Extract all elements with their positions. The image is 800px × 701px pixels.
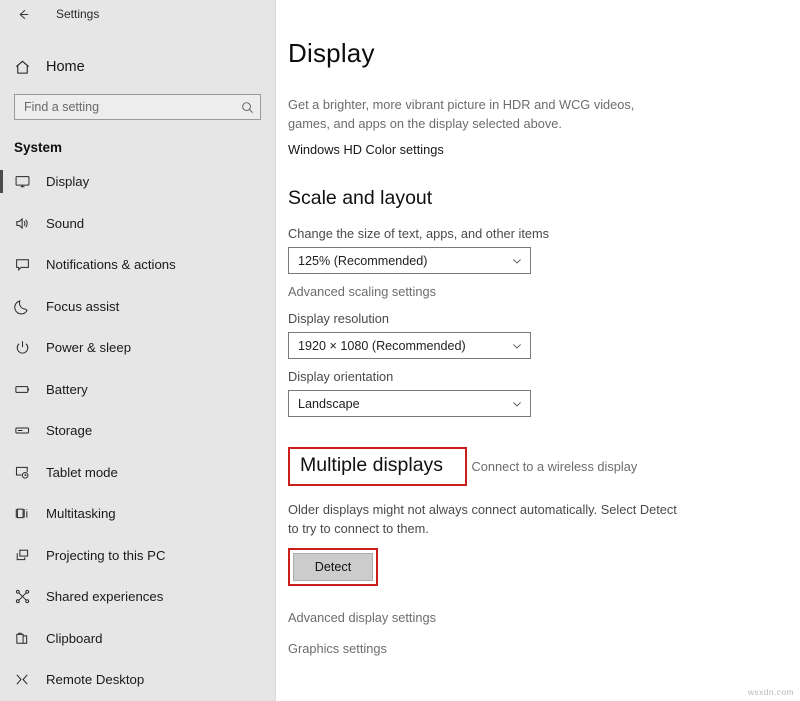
sidebar-item-notifications[interactable]: Notifications & actions [0, 244, 275, 286]
multitasking-icon [14, 505, 42, 522]
sidebar-item-display[interactable]: Display [0, 161, 275, 203]
share-icon [14, 588, 42, 605]
search-box[interactable] [14, 94, 261, 120]
scale-dropdown[interactable]: 125% (Recommended) [288, 247, 531, 274]
sidebar-item-remote-desktop[interactable]: Remote Desktop [0, 659, 275, 701]
connect-wireless-display-link[interactable]: Connect to a wireless display [472, 459, 638, 474]
window-title: Settings [56, 7, 100, 21]
detect-button[interactable]: Detect [293, 553, 373, 581]
sidebar-nav: Display Sound Notifications & actions Fo… [0, 161, 275, 701]
monitor-icon [14, 173, 42, 190]
page-title: Display [288, 38, 375, 68]
sidebar-item-storage-label: Storage [46, 423, 93, 439]
hdr-description: Get a brighter, more vibrant picture in … [288, 97, 635, 131]
graphics-settings-link[interactable]: Graphics settings [288, 641, 387, 656]
scale-and-layout-heading: Scale and layout [288, 187, 433, 209]
detect-description: Older displays might not always connect … [288, 502, 677, 536]
chevron-down-icon [511, 340, 523, 352]
sidebar-item-tablet-mode-label: Tablet mode [46, 464, 118, 480]
chevron-down-icon [511, 255, 523, 267]
tablet-icon [14, 464, 42, 481]
advanced-scaling-settings-link[interactable]: Advanced scaling settings [288, 284, 436, 299]
orientation-dropdown[interactable]: Landscape [288, 390, 531, 417]
home-icon [14, 59, 40, 76]
sidebar-item-tablet-mode[interactable]: Tablet mode [0, 452, 275, 494]
resolution-label: Display resolution [288, 311, 390, 326]
settings-window: Settings Home System [0, 0, 800, 701]
sidebar-item-home-label: Home [46, 59, 85, 75]
moon-icon [14, 298, 42, 315]
windows-hd-color-settings-link[interactable]: Windows HD Color settings [288, 142, 444, 157]
search-input[interactable] [24, 100, 241, 114]
notification-icon [14, 256, 42, 273]
sidebar-item-clipboard-label: Clipboard [46, 630, 103, 646]
search-icon[interactable] [241, 101, 254, 114]
back-arrow-icon[interactable] [12, 3, 34, 25]
title-bar: Settings [0, 0, 275, 28]
remote-desktop-icon [14, 671, 42, 688]
power-icon [14, 339, 42, 356]
sidebar-item-power-sleep-label: Power & sleep [46, 340, 132, 356]
sidebar-item-focus-assist-label: Focus assist [46, 298, 120, 314]
sidebar-item-battery[interactable]: Battery [0, 369, 275, 411]
watermark: wsxdn.com [747, 687, 794, 697]
battery-icon [14, 381, 42, 398]
orientation-dropdown-value: Landscape [298, 396, 360, 411]
resolution-dropdown-value: 1920 × 1080 (Recommended) [298, 338, 466, 353]
multiple-displays-heading-highlight: Multiple displays [288, 447, 468, 486]
speaker-icon [14, 215, 42, 232]
sidebar-item-shared-experiences-label: Shared experiences [46, 589, 164, 605]
storage-icon [14, 422, 42, 439]
chevron-down-icon [511, 398, 523, 410]
sidebar-item-multitasking-label: Multitasking [46, 506, 116, 522]
resolution-dropdown[interactable]: 1920 × 1080 (Recommended) [288, 332, 531, 359]
sidebar-item-projecting[interactable]: Projecting to this PC [0, 535, 275, 577]
sidebar-item-battery-label: Battery [46, 381, 88, 397]
projecting-icon [14, 547, 42, 564]
sidebar-item-clipboard[interactable]: Clipboard [0, 618, 275, 660]
sidebar-item-shared-experiences[interactable]: Shared experiences [0, 576, 275, 618]
scale-label: Change the size of text, apps, and other… [288, 226, 550, 241]
sidebar-item-home[interactable]: Home [0, 50, 275, 84]
clipboard-icon [14, 630, 42, 647]
sidebar-item-power-sleep[interactable]: Power & sleep [0, 327, 275, 369]
sidebar-item-storage[interactable]: Storage [0, 410, 275, 452]
orientation-label: Display orientation [288, 369, 394, 384]
sidebar-item-remote-desktop-label: Remote Desktop [46, 672, 145, 688]
sidebar-item-sound[interactable]: Sound [0, 203, 275, 245]
main-content: Display Get a brighter, more vibrant pic… [276, 0, 800, 701]
advanced-display-settings-link[interactable]: Advanced display settings [288, 610, 436, 625]
sidebar-item-display-label: Display [46, 174, 90, 190]
sidebar-item-notifications-label: Notifications & actions [46, 257, 176, 273]
sidebar: Settings Home System [0, 0, 276, 701]
sidebar-item-multitasking[interactable]: Multitasking [0, 493, 275, 535]
detect-button-highlight: Detect [288, 548, 378, 586]
multiple-displays-heading: Multiple displays [300, 454, 444, 476]
sidebar-item-projecting-label: Projecting to this PC [46, 547, 166, 563]
sidebar-item-sound-label: Sound [46, 215, 85, 231]
sidebar-group-title: System [14, 140, 63, 155]
scale-dropdown-value: 125% (Recommended) [298, 253, 428, 268]
sidebar-item-focus-assist[interactable]: Focus assist [0, 286, 275, 328]
